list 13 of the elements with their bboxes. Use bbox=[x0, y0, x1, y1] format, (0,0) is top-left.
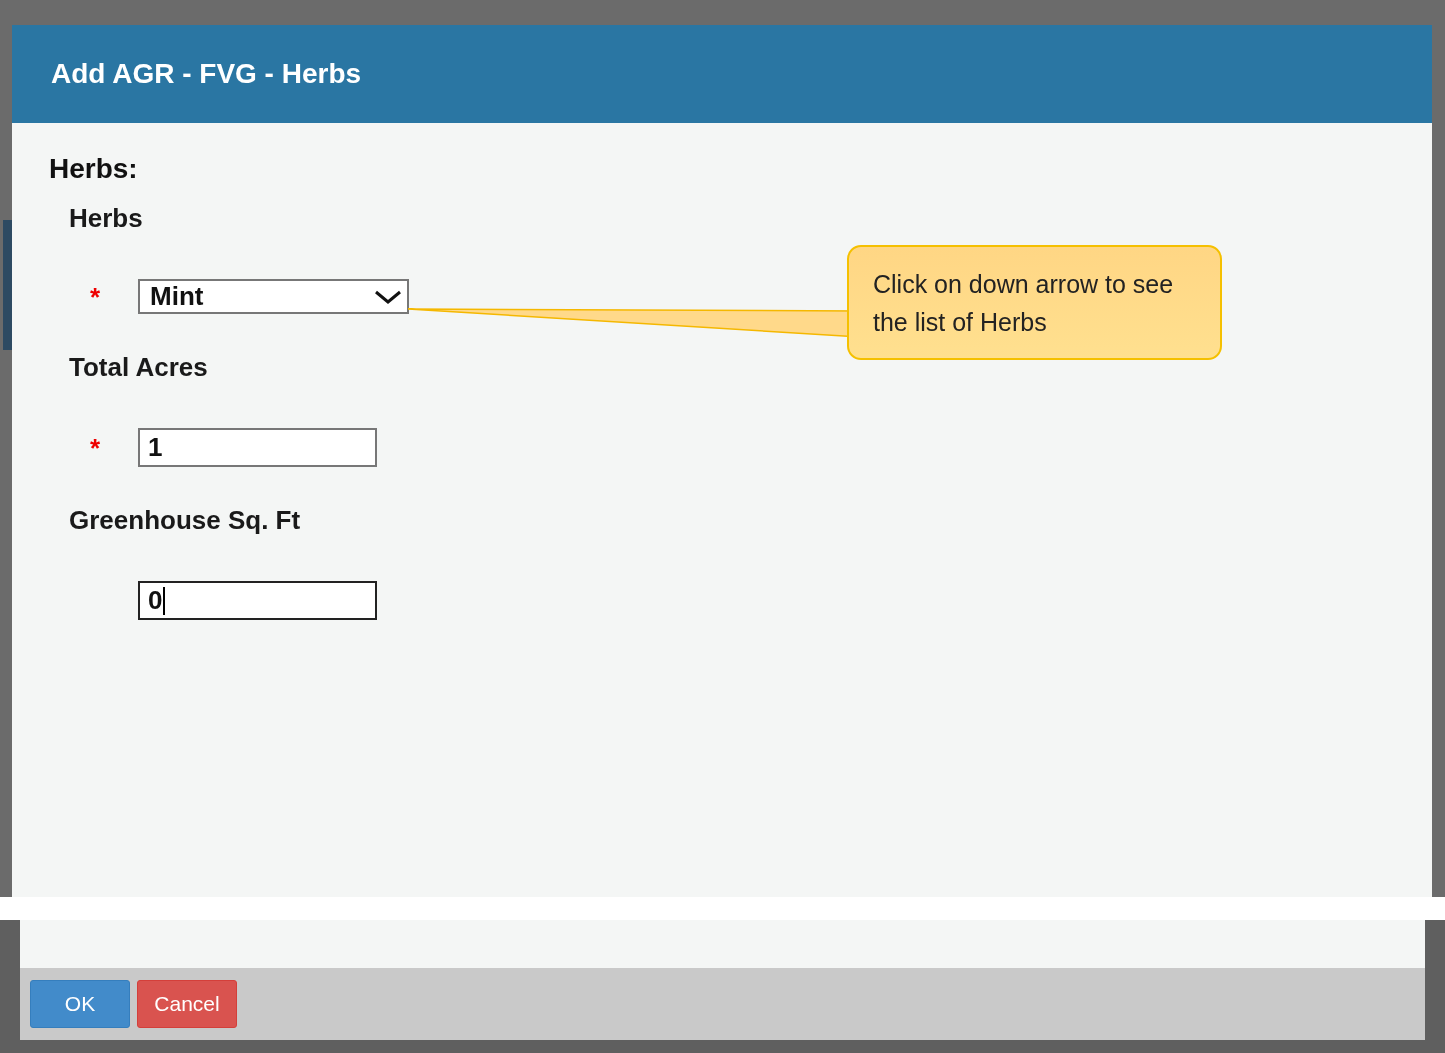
callout: Click on down arrow to see the list of Herbs bbox=[847, 245, 1222, 360]
herb-select[interactable]: Mint bbox=[138, 279, 409, 314]
ok-button[interactable]: OK bbox=[30, 980, 130, 1028]
field-label: Total Acres bbox=[69, 354, 208, 380]
cancel-button[interactable]: Cancel bbox=[137, 980, 237, 1028]
required-asterisk: * bbox=[90, 281, 101, 312]
field-label: Herbs bbox=[69, 205, 143, 231]
required-asterisk: * bbox=[90, 432, 101, 463]
section-title: Herbs: bbox=[49, 155, 138, 183]
input-field[interactable]: 0 bbox=[138, 581, 377, 620]
field-label: Greenhouse Sq. Ft bbox=[69, 507, 301, 533]
dialog-title: Add AGR - FVG - Herbs bbox=[51, 57, 362, 91]
input-field[interactable]: 1 bbox=[138, 428, 377, 467]
